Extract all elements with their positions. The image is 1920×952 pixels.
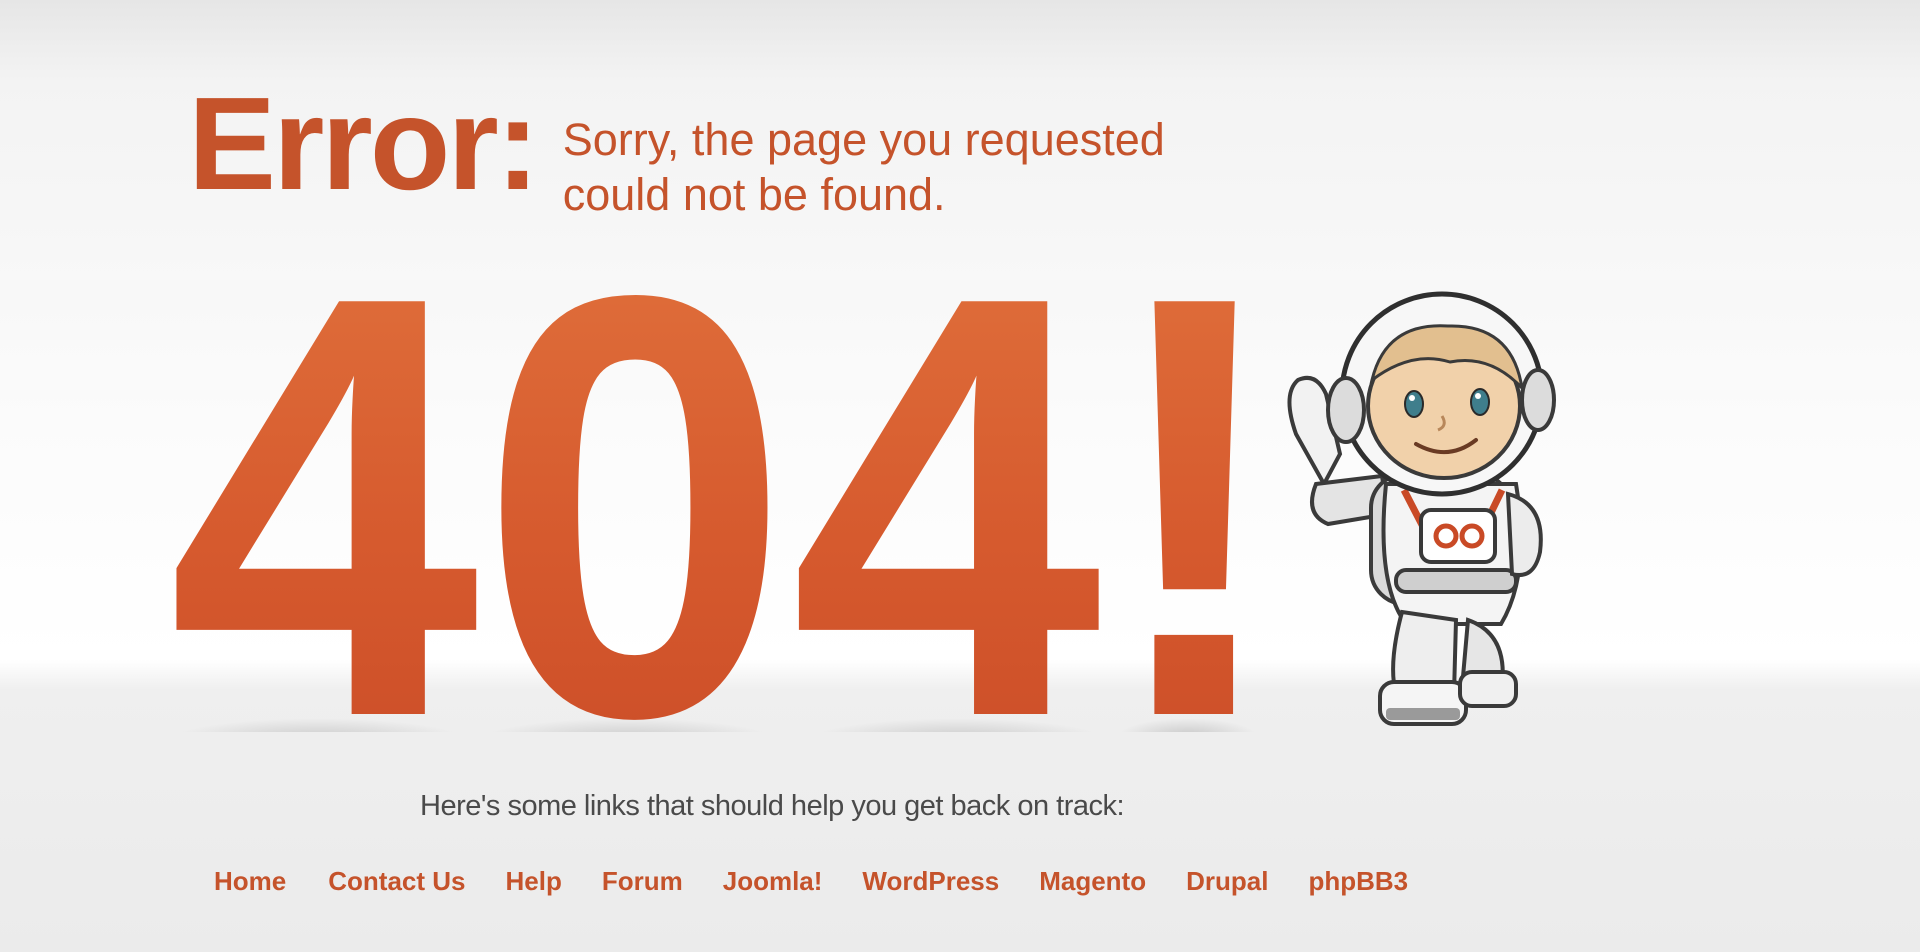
error-code-graphic: 404! (168, 252, 1308, 732)
footer-links: Home Contact Us Help Forum Joomla! WordP… (214, 866, 1408, 897)
link-forum[interactable]: Forum (602, 866, 683, 897)
error-heading: Error: Sorry, the page you requested cou… (188, 78, 1165, 222)
error-page: Error: Sorry, the page you requested cou… (0, 0, 1920, 952)
error-message-line-2: could not be found. (562, 169, 946, 220)
link-drupal[interactable]: Drupal (1186, 866, 1268, 897)
error-message-line-1: Sorry, the page you requested (562, 114, 1165, 165)
link-magento[interactable]: Magento (1039, 866, 1146, 897)
error-message: Sorry, the page you requested could not … (563, 112, 1165, 222)
error-label: Error: (188, 70, 540, 217)
help-text: Here's some links that should help you g… (420, 790, 1125, 822)
link-joomla[interactable]: Joomla! (723, 866, 823, 897)
link-contact-us[interactable]: Contact Us (328, 866, 465, 897)
astronaut-icon (1276, 284, 1586, 734)
error-code: 404! (168, 252, 1288, 732)
link-wordpress[interactable]: WordPress (862, 866, 999, 897)
link-phpbb3[interactable]: phpBB3 (1308, 866, 1408, 897)
link-help[interactable]: Help (506, 866, 562, 897)
link-home[interactable]: Home (214, 866, 286, 897)
